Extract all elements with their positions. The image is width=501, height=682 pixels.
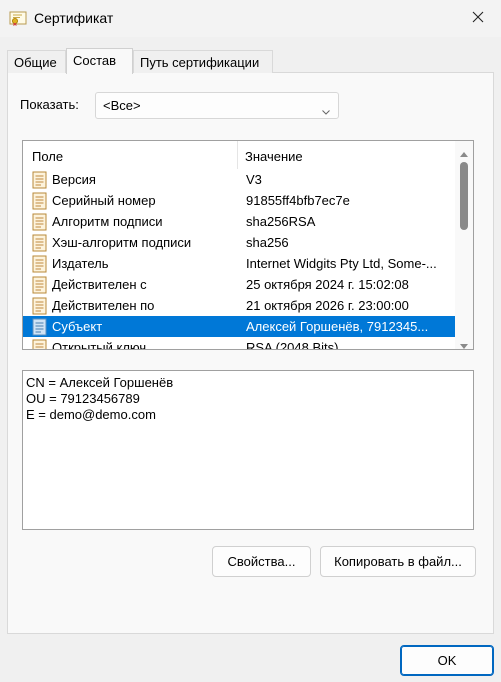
row-field-value: Алексей Горшенёв, 7912345... [246,319,429,334]
list-row[interactable]: Издатель Internet Widgits Pty Ltd, Some-.… [23,253,455,274]
certificate-field-icon [32,213,48,231]
show-dropdown[interactable]: <Все> [95,92,339,119]
vertical-scrollbar[interactable] [455,141,473,349]
list-row[interactable]: Действителен по 21 октября 2026 г. 23:00:… [23,295,455,316]
tab-label: Общие [14,55,57,70]
copy-to-file-button[interactable]: Копировать в файл... [320,546,476,577]
tab-label: Путь сертификации [140,55,260,70]
window-title: Сертификат [34,10,114,26]
column-header-field[interactable]: Поле [32,149,63,164]
row-field-name: Издатель [52,256,109,271]
ok-button[interactable]: OK [400,645,494,676]
tab-details[interactable]: Состав [66,48,133,74]
list-row[interactable]: Версия V3 [23,169,455,190]
details-line: E = demo@demo.com [26,407,156,422]
row-field-value: sha256 [246,235,289,250]
row-field-name: Хэш-алгоритм подписи [52,235,192,250]
certificate-field-icon [32,297,48,315]
list-row[interactable]: Серийный номер 91855ff4bfb7ec7e [23,190,455,211]
chevron-down-icon [322,103,330,118]
tab-general[interactable]: Общие [7,50,66,73]
list-row[interactable]: Открытый ключ RSA (2048 Bits) [23,337,455,350]
certificate-field-icon [32,318,48,336]
scroll-up-icon[interactable] [460,145,468,160]
tab-certification-path[interactable]: Путь сертификации [133,50,273,73]
row-field-value: Internet Widgits Pty Ltd, Some-... [246,256,437,271]
list-row[interactable]: Алгоритм подписи sha256RSA [23,211,455,232]
scroll-down-icon[interactable] [460,337,468,349]
scrollbar-thumb[interactable] [460,162,468,230]
properties-button[interactable]: Свойства... [212,546,311,577]
row-field-name: Действителен с [52,277,147,292]
certificate-field-icon [32,339,48,349]
row-field-value: RSA (2048 Bits) [246,340,339,350]
row-field-value: 91855ff4bfb7ec7e [246,193,350,208]
certificate-field-icon [32,255,48,273]
close-icon [472,11,484,26]
row-field-value: 25 октября 2024 г. 15:02:08 [246,277,409,292]
certificate-field-icon [32,234,48,252]
row-field-name: Алгоритм подписи [52,214,163,229]
certificate-icon [9,9,27,27]
field-details-textbox[interactable]: CN = Алексей Горшенёв OU = 79123456789 E =… [22,370,474,530]
list-rows: Версия V3 Серийный номер 91855ff4bfb7ec7e Ал… [23,169,455,350]
row-field-name: Действителен по [52,298,155,313]
column-header-value[interactable]: Значение [245,149,303,164]
row-field-value: 21 октября 2026 г. 23:00:00 [246,298,409,313]
row-field-name: Серийный номер [52,193,156,208]
details-line: OU = 79123456789 [26,391,140,406]
list-row[interactable]: Субъект Алексей Горшенёв, 7912345... [23,316,455,337]
row-field-name: Открытый ключ [52,340,147,350]
certificate-field-icon [32,171,48,189]
certificate-field-icon [32,276,48,294]
row-field-value: sha256RSA [246,214,316,229]
fields-list[interactable]: Поле Значение Версия V3 Серийный номер 9185… [22,140,474,350]
row-field-name: Субъект [52,319,103,334]
column-separator[interactable] [237,141,238,169]
list-row[interactable]: Действителен с 25 октября 2024 г. 15:02:0… [23,274,455,295]
list-row[interactable]: Хэш-алгоритм подписи sha256 [23,232,455,253]
show-label: Показать: [20,97,79,112]
row-field-name: Версия [52,172,96,187]
row-field-value: V3 [246,172,262,187]
tab-label: Состав [73,53,117,68]
show-dropdown-value: <Все> [103,98,141,113]
title-bar: Сертификат [0,0,501,37]
details-line: CN = Алексей Горшенёв [26,375,174,390]
close-button[interactable] [455,0,501,37]
list-header: Поле Значение [23,141,455,169]
certificate-field-icon [32,192,48,210]
